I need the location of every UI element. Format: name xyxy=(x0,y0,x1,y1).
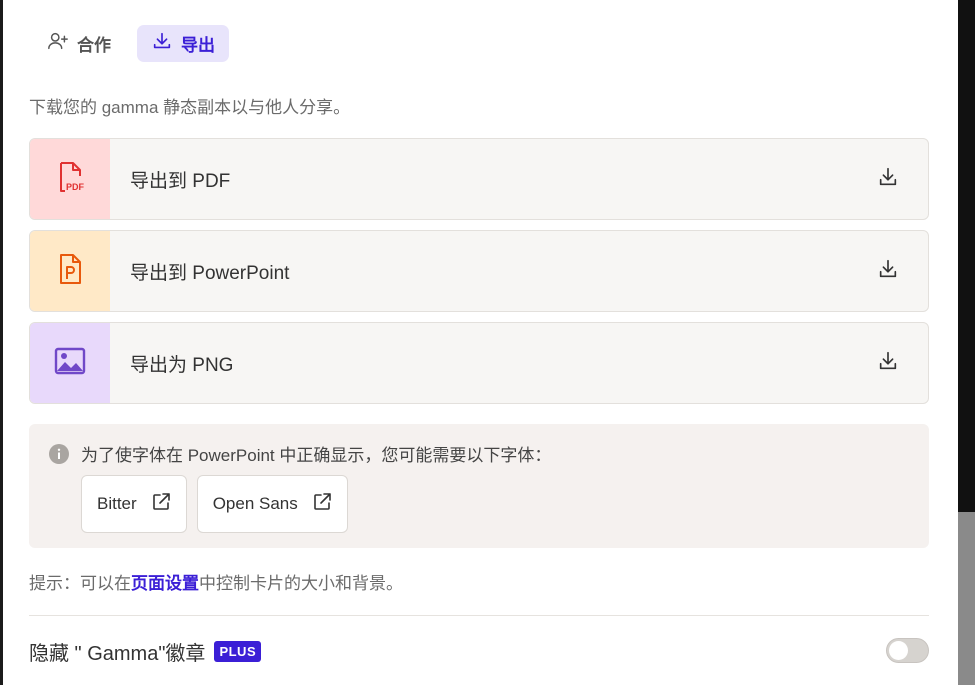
hide-badge-label: 隐藏 " Gamma"徽章 xyxy=(29,643,206,665)
export-powerpoint-label: 导出到 PowerPoint xyxy=(130,262,290,284)
divider xyxy=(29,615,929,616)
export-png-download[interactable] xyxy=(848,323,928,403)
pdf-icon-box: PDF xyxy=(30,139,110,219)
font-link-label: Open Sans xyxy=(212,494,298,513)
download-icon xyxy=(877,258,899,285)
font-link-label: Bitter xyxy=(97,494,137,513)
font-link-bitter[interactable]: Bitter xyxy=(81,475,187,533)
page-settings-tip: 提示：可以在页面设置中控制卡片的大小和背景。 xyxy=(29,569,403,594)
pdf-file-icon: PDF xyxy=(53,160,87,199)
tip-prefix: 提示：可以在 xyxy=(29,574,131,593)
tab-collaborate-label: 合作 xyxy=(77,36,111,55)
add-user-icon xyxy=(47,30,69,57)
external-link-icon xyxy=(151,492,171,517)
image-icon xyxy=(53,344,87,383)
export-png-option[interactable]: 导出为 PNG xyxy=(29,322,929,404)
font-note: 为了使字体在 PowerPoint 中正确显示，您可能需要以下字体： xyxy=(81,446,552,465)
export-powerpoint-option[interactable]: 导出到 PowerPoint xyxy=(29,230,929,312)
backdrop-right xyxy=(958,0,975,685)
external-link-icon xyxy=(312,492,332,517)
tab-export-label: 导出 xyxy=(181,36,215,55)
page-settings-link[interactable]: 页面设置 xyxy=(131,574,199,593)
toggle-knob xyxy=(889,641,908,660)
png-icon-box xyxy=(30,323,110,403)
export-png-label: 导出为 PNG xyxy=(130,354,234,376)
tab-bar: 合作 导出 xyxy=(33,25,229,62)
info-icon xyxy=(49,444,69,464)
hide-badge-toggle[interactable] xyxy=(886,638,929,663)
download-icon xyxy=(877,350,899,377)
export-pdf-download[interactable] xyxy=(848,139,928,219)
export-pdf-label: 导出到 PDF xyxy=(130,170,231,192)
hide-badge-row: 隐藏 " Gamma"徽章 PLUS xyxy=(29,637,262,666)
export-description: 下载您的 gamma 静态副本以与他人分享。 xyxy=(29,98,351,117)
tip-suffix: 中控制卡片的大小和背景。 xyxy=(199,574,403,593)
download-icon xyxy=(877,166,899,193)
font-link-open-sans[interactable]: Open Sans xyxy=(196,475,348,533)
svg-text:PDF: PDF xyxy=(66,182,85,192)
share-export-panel: 合作 导出 下载您的 gamma 静态副本以与他人分享。 PDF 导出到 PDF… xyxy=(3,0,958,685)
powerpoint-icon-box xyxy=(30,231,110,311)
tab-export[interactable]: 导出 xyxy=(137,25,229,62)
export-pdf-option[interactable]: PDF 导出到 PDF xyxy=(29,138,929,220)
download-icon xyxy=(151,30,173,57)
plus-badge: PLUS xyxy=(214,641,262,662)
export-powerpoint-download[interactable] xyxy=(848,231,928,311)
powerpoint-file-icon xyxy=(53,252,87,291)
font-links: Bitter Open Sans xyxy=(81,475,348,533)
font-requirements-box: 为了使字体在 PowerPoint 中正确显示，您可能需要以下字体： Bitte… xyxy=(29,424,929,548)
export-options: PDF 导出到 PDF 导出到 PowerPoint 导出为 PNG xyxy=(29,138,929,414)
tab-collaborate[interactable]: 合作 xyxy=(33,25,125,62)
